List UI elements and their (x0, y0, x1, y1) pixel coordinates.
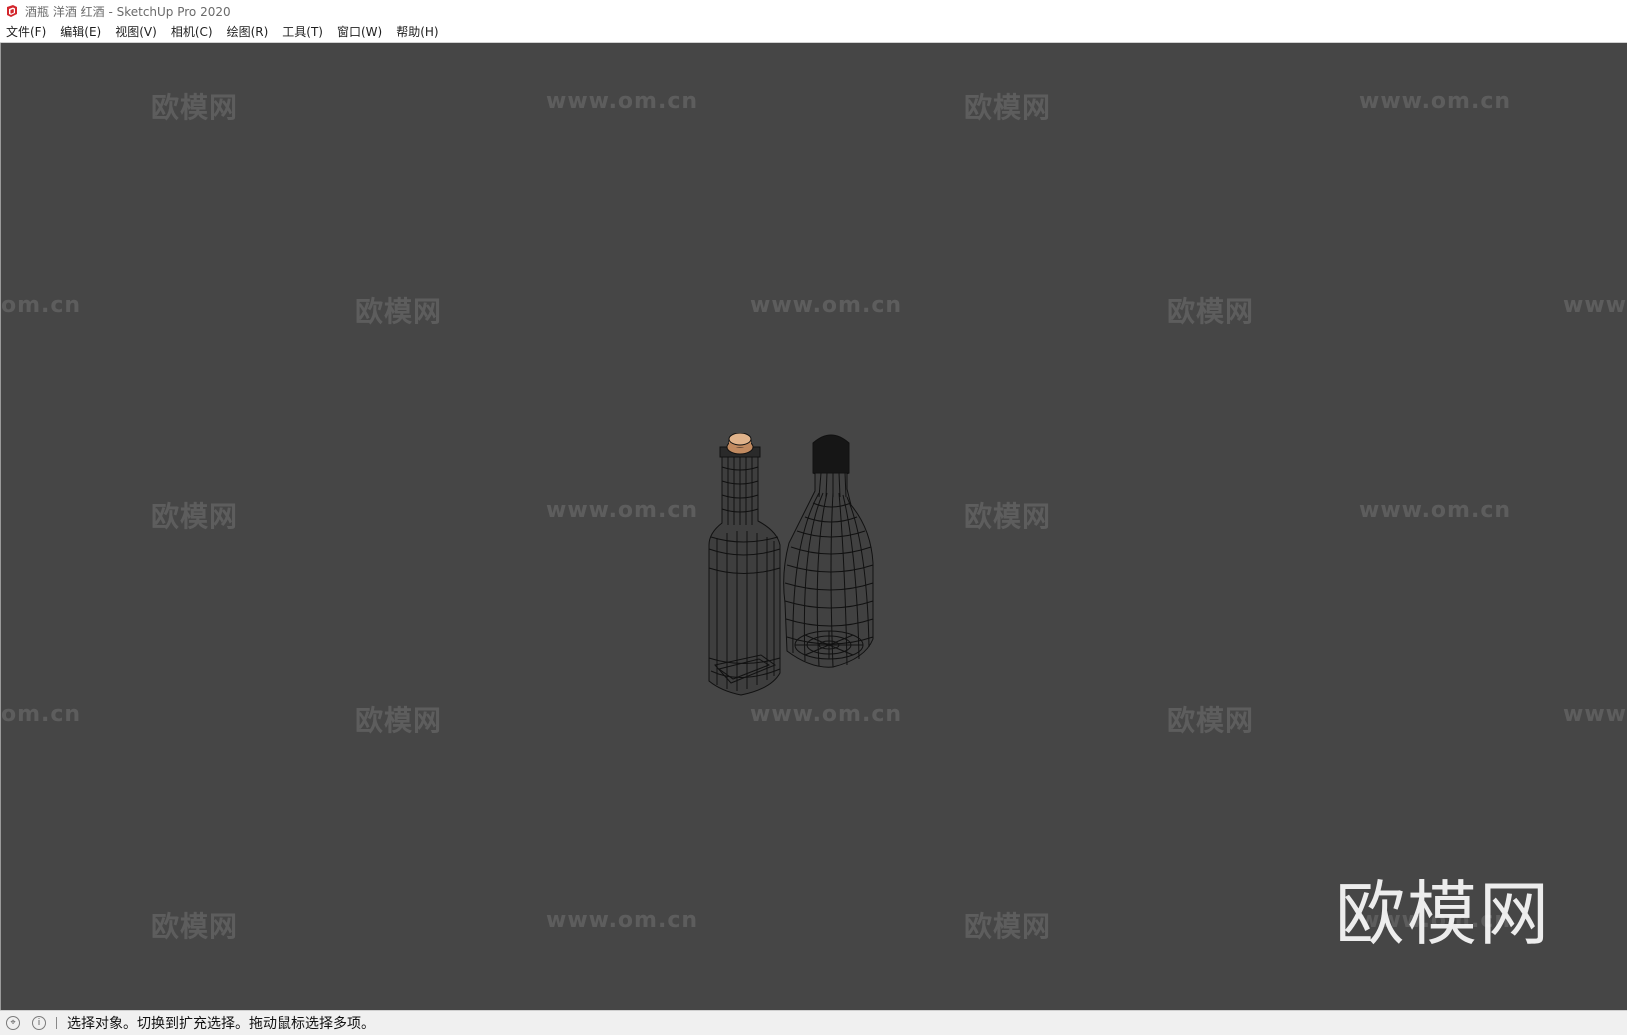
modeling-viewport[interactable]: 欧模网 www.om.cn 欧模网 www.om.cn om.cn 欧模网 ww… (0, 43, 1627, 1010)
watermark-url: www.om.cn (1359, 498, 1512, 523)
menu-window[interactable]: 窗口(W) (330, 22, 389, 42)
menu-edit[interactable]: 编辑(E) (53, 22, 108, 42)
watermark-url: www. (1563, 702, 1627, 727)
menu-draw[interactable]: 绘图(R) (220, 22, 276, 42)
sketchup-logo-icon (7, 5, 17, 17)
watermark-url: om.cn (1, 702, 82, 727)
menu-tools[interactable]: 工具(T) (275, 22, 330, 42)
watermark-brand: 欧模网 (355, 295, 443, 328)
watermark-brand: 欧模网 (964, 91, 1052, 124)
watermark-brand: 欧模网 (1167, 295, 1255, 328)
watermark-url: www.om.cn (546, 89, 699, 114)
bottles-wireframe-model[interactable] (701, 433, 921, 713)
watermark-url: www.om.cn (750, 293, 903, 318)
menu-file[interactable]: 文件(F) (0, 22, 53, 42)
watermark-brand: 欧模网 (355, 704, 443, 737)
watermark-brand: 欧模网 (151, 91, 239, 124)
watermark-brand: 欧模网 (151, 500, 239, 533)
status-divider (56, 1017, 57, 1029)
watermark-brand: 欧模网 (151, 910, 239, 943)
cork-stopper (726, 433, 754, 455)
menu-camera[interactable]: 相机(C) (164, 22, 220, 42)
bottle-with-cap[interactable] (783, 434, 874, 668)
watermark-brand: 欧模网 (964, 500, 1052, 533)
window-title: 酒瓶 洋酒 红酒 - SketchUp Pro 2020 (25, 4, 231, 19)
watermark-brand: 欧模网 (1167, 704, 1255, 737)
watermark-url: www.om.cn (546, 908, 699, 933)
menu-view[interactable]: 视图(V) (108, 22, 164, 42)
status-bar: ⌖ i 选择对象。切换到扩充选择。拖动鼠标选择多项。 (0, 1010, 1627, 1035)
menu-help[interactable]: 帮助(H) (389, 22, 445, 42)
watermark-url: www.om.cn (546, 498, 699, 523)
watermark-url: www.om.cn (1359, 89, 1512, 114)
watermark-url: www. (1563, 293, 1627, 318)
geolocation-icon[interactable]: ⌖ (6, 1016, 20, 1030)
watermark-url: om.cn (1, 293, 82, 318)
watermark-large-brand: 欧模网 (1335, 873, 1551, 955)
status-message: 选择对象。切换到扩充选择。拖动鼠标选择多项。 (67, 1016, 375, 1032)
menu-bar: 文件(F) 编辑(E) 视图(V) 相机(C) 绘图(R) 工具(T) 窗口(W… (0, 22, 1627, 43)
title-bar: 酒瓶 洋酒 红酒 - SketchUp Pro 2020 (0, 0, 1627, 22)
bottle-with-cork[interactable] (708, 446, 781, 696)
info-icon[interactable]: i (32, 1016, 46, 1030)
watermark-brand: 欧模网 (964, 910, 1052, 943)
